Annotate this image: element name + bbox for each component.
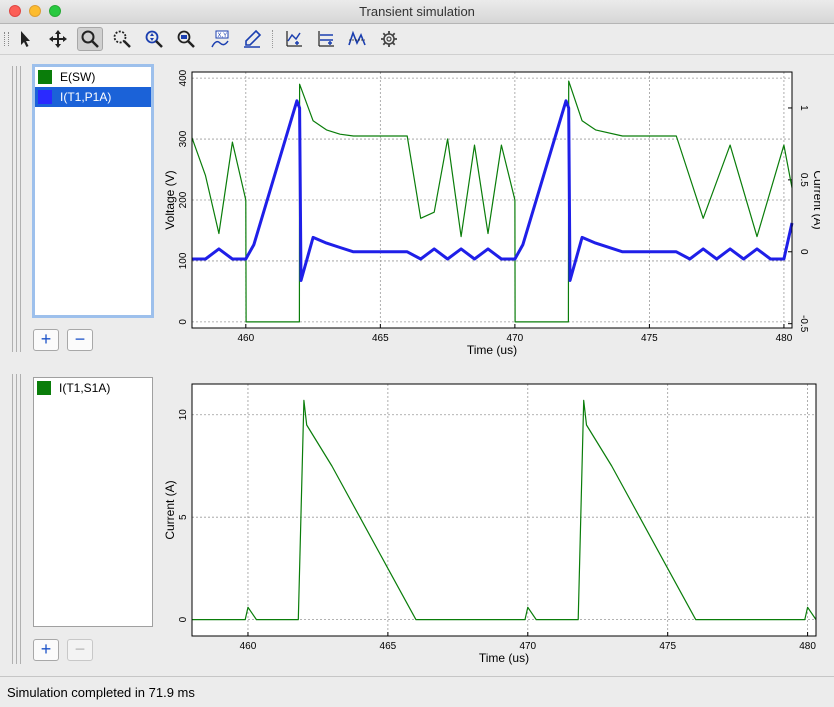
arrow-cursor-icon <box>21 31 30 47</box>
y-tick-label: 0 <box>178 319 189 325</box>
legend-item-label: E(SW) <box>60 70 96 84</box>
panel-splitter-handle[interactable] <box>16 66 17 352</box>
xy-axes-icon: X,Y <box>211 30 229 48</box>
x-axis-label: Time (us) <box>467 343 517 357</box>
zoom-out-tool-button[interactable] <box>173 27 199 51</box>
toolbar-grip[interactable] <box>4 32 9 46</box>
y2-axis-label: Current (A) <box>811 170 820 229</box>
move-arrows-icon <box>49 30 67 48</box>
panel-splitter-handle[interactable] <box>16 374 17 664</box>
zoom-out-icon <box>177 30 195 48</box>
xy-tool-button[interactable]: X,Y <box>207 27 233 51</box>
title-bar: Transient simulation <box>0 0 834 24</box>
y2-tick-label: 0.5 <box>798 173 809 187</box>
x-tick-label: 475 <box>659 641 676 652</box>
legend-item-label: I(T1,P1A) <box>60 90 112 104</box>
add-plot-tool-button[interactable] <box>281 27 307 51</box>
y-axis-label: Current (A) <box>163 480 177 539</box>
legend-item-label: I(T1,S1A) <box>59 381 111 395</box>
current-chart[interactable]: 460 465 470 475 4800510Time (us)Current (A) <box>160 376 820 668</box>
curve-icon <box>348 30 366 46</box>
x-tick-label: 460 <box>237 333 254 344</box>
add-curve-button[interactable]: + <box>33 639 59 661</box>
legend-item-i-t1-p1a[interactable]: I(T1,P1A) <box>35 87 151 107</box>
pointer-tool-button[interactable] <box>12 27 38 51</box>
settings-tool-button[interactable] <box>376 27 402 51</box>
zoom-box-icon <box>113 30 131 48</box>
y-tick-label: 10 <box>178 409 189 421</box>
status-bar: Simulation completed in 71.9 ms <box>0 676 834 707</box>
panel-splitter-handle[interactable] <box>20 66 21 352</box>
y-tick-label: 100 <box>178 252 189 269</box>
zoom-tool-button[interactable] <box>77 27 103 51</box>
y2-tick-label: -0.5 <box>798 315 809 333</box>
plot-area <box>192 384 816 636</box>
toolbar: X,Y <box>0 24 834 55</box>
add-plot-icon <box>286 31 302 47</box>
window-title: Transient simulation <box>359 4 475 19</box>
y-tick-label: 300 <box>178 130 189 147</box>
curve-list[interactable]: E(SW) I(T1,P1A) <box>32 64 154 318</box>
series-color-swatch <box>38 90 52 104</box>
panel-splitter-handle[interactable] <box>12 374 13 664</box>
add-curve-button[interactable]: + <box>33 329 59 351</box>
gear-icon <box>381 31 397 47</box>
x-axis-label: Time (us) <box>479 651 529 665</box>
zoom-in-tool-button[interactable] <box>141 27 167 51</box>
measure-tool-button[interactable] <box>239 27 265 51</box>
panel-splitter-handle[interactable] <box>20 374 21 664</box>
pan-tool-button[interactable] <box>45 27 71 51</box>
remove-curve-button: − <box>67 639 93 661</box>
x-tick-label: 475 <box>641 333 658 344</box>
curve-list[interactable]: I(T1,S1A) <box>33 377 153 627</box>
pen-measure-icon <box>244 29 262 48</box>
x-tick-label: 480 <box>776 333 793 344</box>
voltage-current-chart[interactable]: 460 465 470 475 4800100200300400-0.500.51Tim… <box>160 64 820 360</box>
y-tick-label: 400 <box>178 69 189 86</box>
series-color-swatch <box>37 381 51 395</box>
x-tick-label: 465 <box>372 333 389 344</box>
status-message: Simulation completed in 71.9 ms <box>7 685 195 700</box>
y-axis-label: Voltage (V) <box>163 170 177 229</box>
add-curve-icon <box>318 31 334 47</box>
toolbar-separator <box>272 30 274 48</box>
zoom-in-icon <box>145 30 163 48</box>
y-tick-label: 0 <box>178 616 189 622</box>
y2-tick-label: 0 <box>798 249 809 255</box>
y-tick-label: 200 <box>178 191 189 208</box>
x-tick-label: 480 <box>799 641 816 652</box>
legend-item-i-t1-s1a[interactable]: I(T1,S1A) <box>34 378 152 398</box>
series-color-swatch <box>38 70 52 84</box>
legend-item-e-sw[interactable]: E(SW) <box>35 67 151 87</box>
zoom-box-tool-button[interactable] <box>109 27 135 51</box>
y-tick-label: 5 <box>178 514 189 520</box>
x-tick-label: 465 <box>380 641 397 652</box>
svg-text:X,Y: X,Y <box>218 33 228 39</box>
curve-tool-button[interactable] <box>344 27 370 51</box>
y2-tick-label: 1 <box>798 105 809 111</box>
remove-curve-button[interactable]: − <box>67 329 93 351</box>
add-curve-tool-button[interactable] <box>313 27 339 51</box>
panel-splitter-handle[interactable] <box>12 66 13 352</box>
magnifier-icon <box>81 30 99 48</box>
x-tick-label: 460 <box>240 641 257 652</box>
